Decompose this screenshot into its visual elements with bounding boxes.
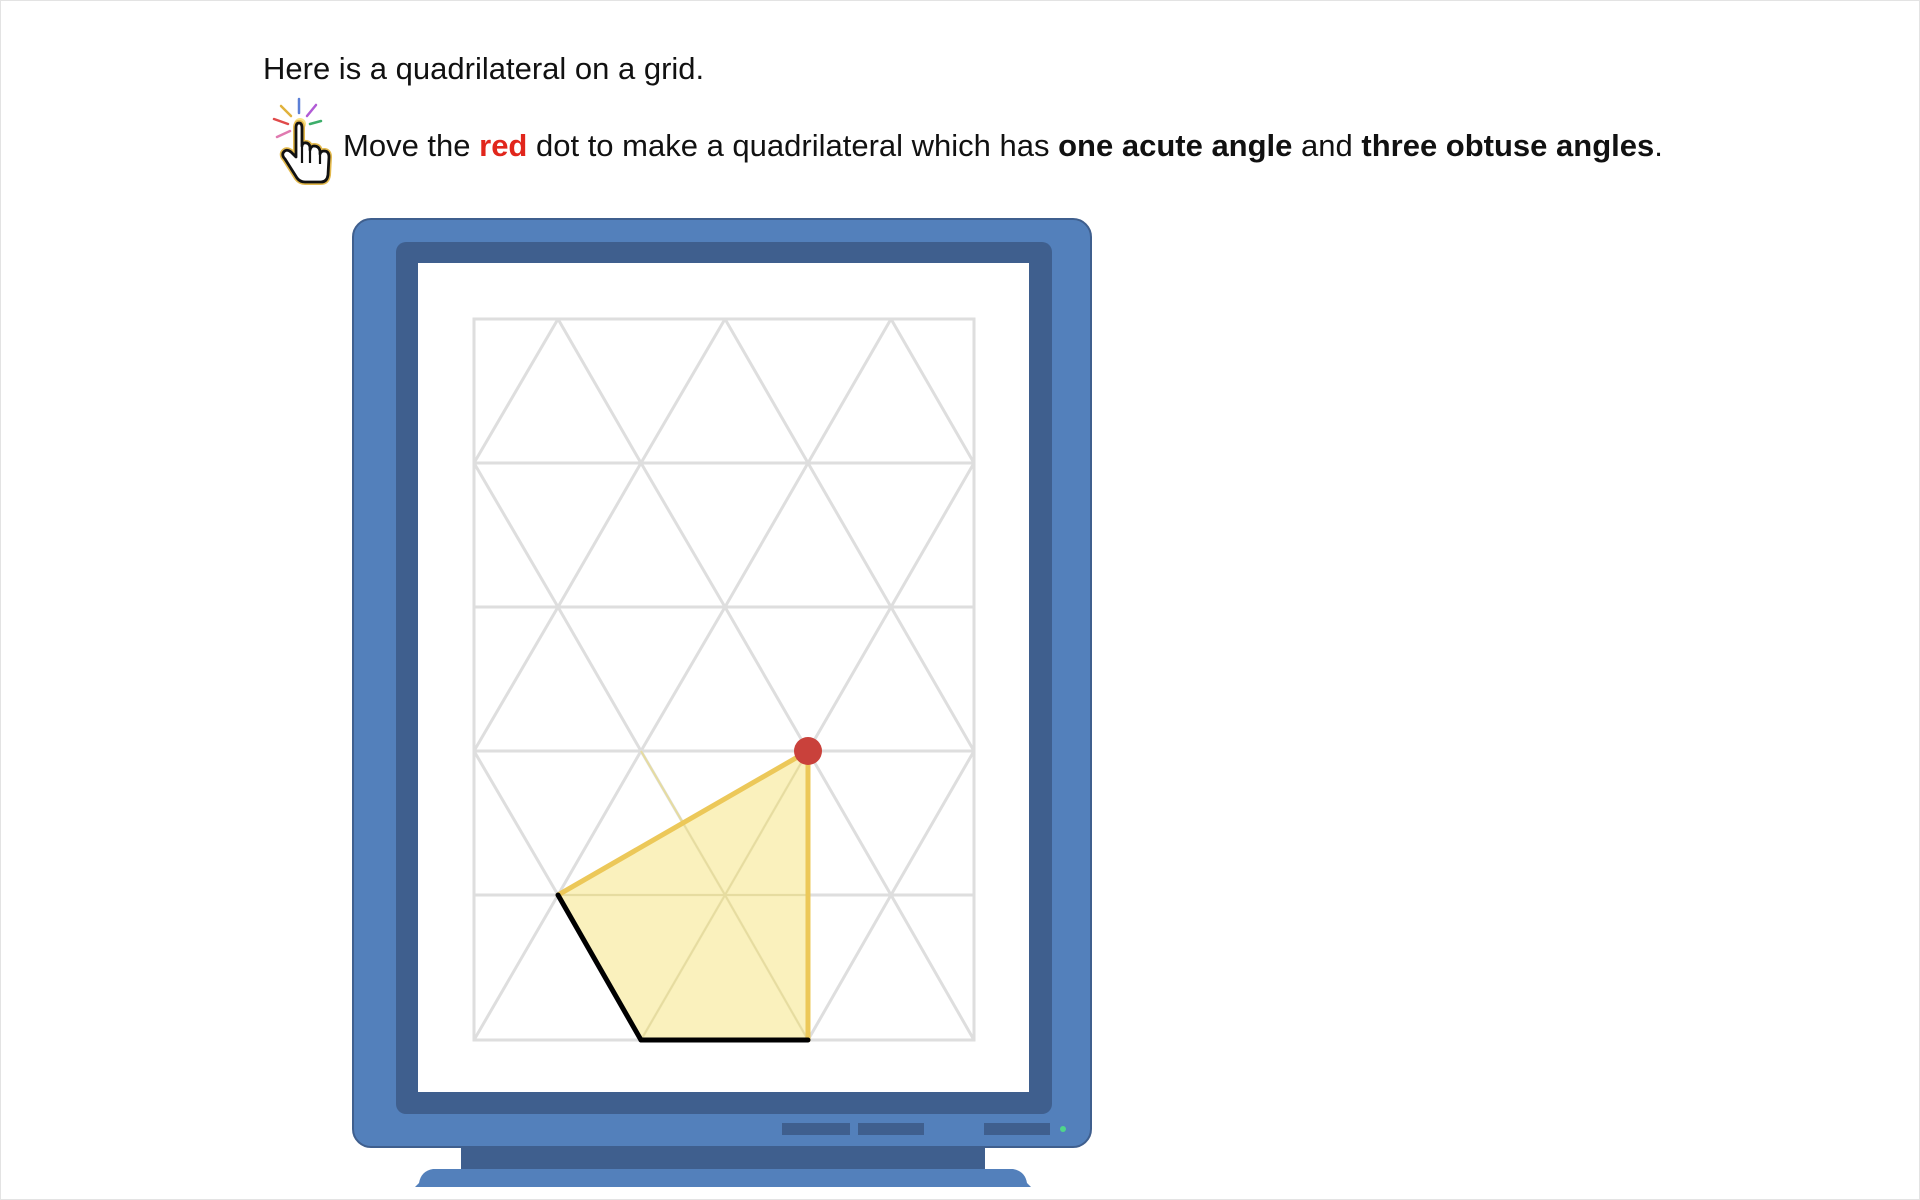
instruction-bold-obtuse: three obtuse angles: [1361, 128, 1655, 163]
activity-page: Here is a quadrilateral on a grid. Move …: [0, 0, 1920, 1200]
instruction-part-1: Move the: [343, 128, 480, 163]
pointing-hand-icon: [272, 97, 332, 185]
device-slot-3: [984, 1123, 1050, 1135]
instruction-row: Move the red dot to make a quadrilateral…: [263, 93, 1663, 189]
instruction-part-3: and: [1292, 128, 1362, 163]
tablet-device: [352, 218, 1092, 1187]
device-stand-base: [415, 1169, 1031, 1187]
instruction-part-2: dot to make a quadrilateral which has: [527, 128, 1059, 163]
instruction-text: Move the red dot to make a quadrilateral…: [343, 118, 1663, 164]
device-power-light: [1060, 1126, 1066, 1132]
device-slot-2: [858, 1123, 924, 1135]
instruction-red-word: red: [479, 128, 528, 163]
instruction-bold-acute: one acute angle: [1058, 128, 1293, 163]
red-draggable-dot[interactable]: [794, 737, 822, 765]
device-slot-1: [782, 1123, 850, 1135]
intro-text: Here is a quadrilateral on a grid.: [263, 51, 705, 86]
instruction-part-4: .: [1654, 128, 1663, 163]
